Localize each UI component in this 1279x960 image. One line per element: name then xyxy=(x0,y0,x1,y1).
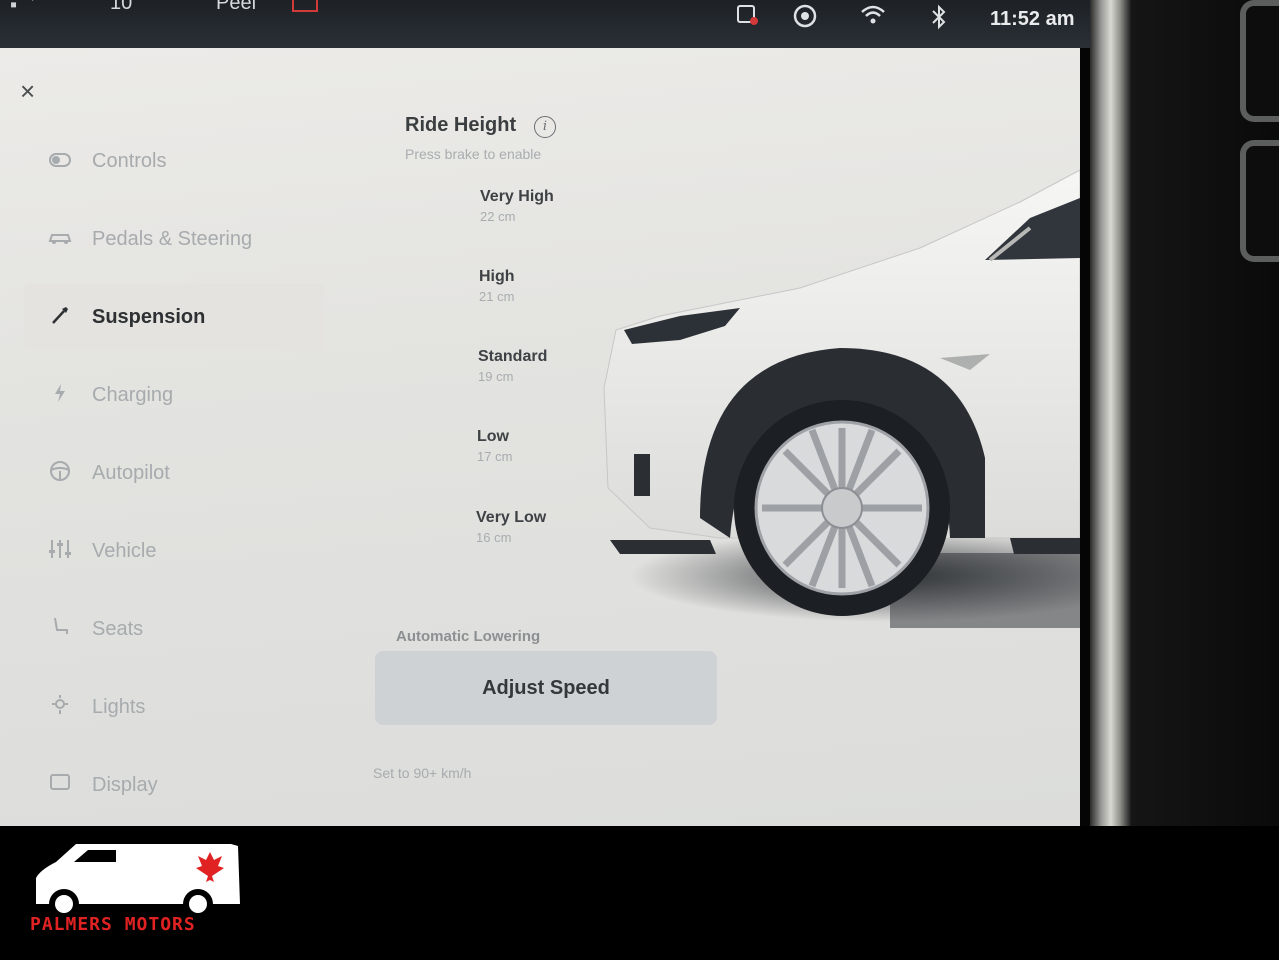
camera-icon[interactable] xyxy=(792,4,818,34)
info-icon[interactable]: i xyxy=(534,116,556,138)
phone-icon[interactable] xyxy=(735,4,759,32)
option-name: Standard xyxy=(478,348,548,365)
option-value: 16 cm xyxy=(476,530,512,545)
settings-screen: × Controls Pedals & Steering Suspension … xyxy=(0,48,1080,826)
toggle-icon xyxy=(46,151,74,172)
sidebar-item-pedals-steering[interactable]: Pedals & Steering xyxy=(24,206,324,272)
option-value: 17 cm xyxy=(477,449,513,464)
bluetooth-icon[interactable] xyxy=(930,4,948,36)
sidebar-item-controls[interactable]: Controls xyxy=(24,128,324,194)
option-name: Very Low xyxy=(476,509,547,526)
option-value: 21 cm xyxy=(479,289,515,304)
sidebar-item-label: Autopilot xyxy=(92,461,170,484)
sidebar-item-autopilot[interactable]: Autopilot xyxy=(24,440,324,506)
vehicle-interior-photo xyxy=(1090,0,1279,828)
status-bar: ▪ ʼ 10 Peel 11:52 am xyxy=(0,0,1100,48)
ride-height-option-low[interactable]: Low 17 cm xyxy=(477,428,512,464)
sidebar-item-label: Pedals & Steering xyxy=(92,227,253,250)
ride-height-option-very-high[interactable]: Very High 22 cm xyxy=(480,188,554,224)
air-vent xyxy=(1240,140,1279,262)
sidebar-item-label: Controls xyxy=(92,149,167,172)
sidebar-item-label: Lights xyxy=(92,695,146,718)
close-button[interactable]: × xyxy=(20,76,35,107)
option-name: Low xyxy=(477,428,509,445)
light-icon xyxy=(46,694,74,721)
automatic-lowering-label: Automatic Lowering xyxy=(396,628,541,645)
option-name: High xyxy=(479,268,515,285)
status-text-partial-2: Peel xyxy=(216,0,257,14)
sidebar-item-lights[interactable]: Lights xyxy=(24,674,324,740)
sidebar-item-label: Vehicle xyxy=(92,539,157,562)
sidebar-item-label: Charging xyxy=(92,383,174,406)
option-value: 22 cm xyxy=(480,209,516,224)
wrench-icon xyxy=(46,305,74,330)
clock: 11:52 am xyxy=(990,8,1075,30)
sidebar-item-label: Seats xyxy=(92,617,144,640)
status-text-partial: 10 xyxy=(110,0,133,14)
speed-setting-note: Set to 90+ km/h xyxy=(373,765,472,781)
dealer-name: PALMERS MOTORS xyxy=(30,914,196,935)
sliders-icon xyxy=(46,538,74,565)
car-icon xyxy=(46,229,74,250)
ride-height-option-high[interactable]: High 21 cm xyxy=(479,268,515,304)
status-glyphs: ▪ ʼ xyxy=(10,0,40,16)
dealer-logo xyxy=(36,844,240,919)
wifi-icon[interactable] xyxy=(860,4,886,32)
option-name: Very High xyxy=(480,188,554,205)
air-vent xyxy=(1240,0,1279,122)
ride-height-option-standard[interactable]: Standard 19 cm xyxy=(478,348,547,384)
sidebar-item-suspension[interactable]: Suspension xyxy=(24,284,324,350)
steering-wheel-icon xyxy=(46,460,74,487)
sidebar-item-seats[interactable]: Seats xyxy=(24,596,324,662)
sidebar-item-vehicle[interactable]: Vehicle xyxy=(24,518,324,584)
sidebar-item-display[interactable]: Display xyxy=(24,752,324,818)
seat-icon xyxy=(46,616,74,643)
display-icon xyxy=(46,773,74,798)
sidebar-item-charging[interactable]: Charging xyxy=(24,362,324,428)
record-icon xyxy=(292,0,318,12)
ride-height-subtitle: Press brake to enable xyxy=(405,146,542,162)
sidebar-item-label: Display xyxy=(92,773,158,796)
adjust-speed-button[interactable]: Adjust Speed xyxy=(375,651,717,725)
ride-height-title: Ride Height xyxy=(405,114,517,136)
car-illustration xyxy=(603,169,1080,628)
option-value: 19 cm xyxy=(478,369,514,384)
sidebar-item-label: Suspension xyxy=(92,305,206,328)
bolt-icon xyxy=(46,383,74,408)
ride-height-option-very-low[interactable]: Very Low 16 cm xyxy=(476,509,546,545)
dealer-banner: PALMERS MOTORS xyxy=(0,826,1279,960)
